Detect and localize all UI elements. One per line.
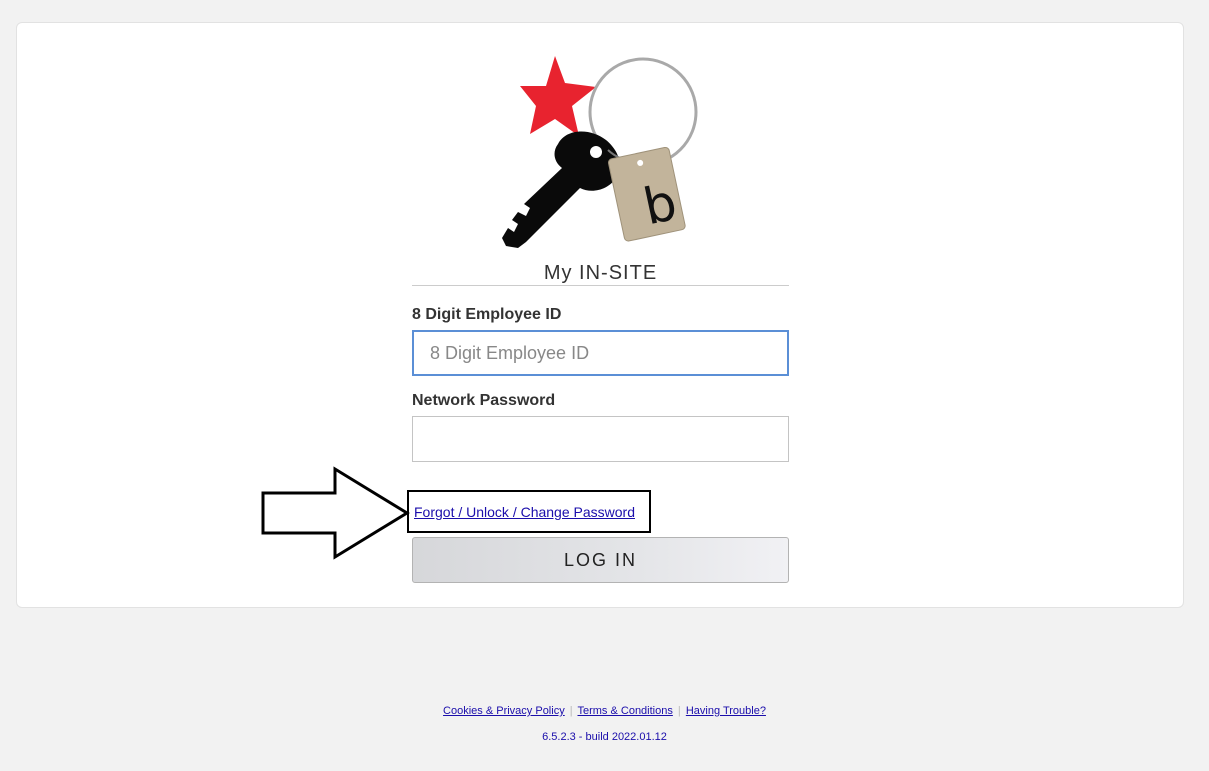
- employee-id-label: 8 Digit Employee ID: [412, 306, 562, 323]
- forgot-password-link[interactable]: Forgot / Unlock / Change Password: [414, 504, 635, 520]
- arrow-right-icon: [261, 466, 410, 560]
- password-input[interactable]: [412, 416, 789, 462]
- password-label: Network Password: [412, 392, 556, 409]
- employee-id-input[interactable]: [412, 330, 789, 376]
- login-button[interactable]: LOG IN: [412, 537, 789, 583]
- having-trouble-link[interactable]: Having Trouble?: [686, 705, 766, 717]
- page-title: My IN-SITE: [412, 261, 789, 286]
- version-text: 6.5.2.3 - build 2022.01.12: [542, 731, 667, 743]
- key-logo-icon: b: [502, 56, 698, 248]
- footer-separator: |: [569, 705, 573, 717]
- privacy-policy-link[interactable]: Cookies & Privacy Policy: [443, 705, 565, 717]
- footer-separator: |: [677, 705, 681, 717]
- footer-links: Cookies & Privacy Policy | Terms & Condi…: [0, 705, 1209, 717]
- red-star-icon: [520, 56, 596, 136]
- terms-link[interactable]: Terms & Conditions: [577, 705, 672, 717]
- key-icon: [502, 131, 620, 248]
